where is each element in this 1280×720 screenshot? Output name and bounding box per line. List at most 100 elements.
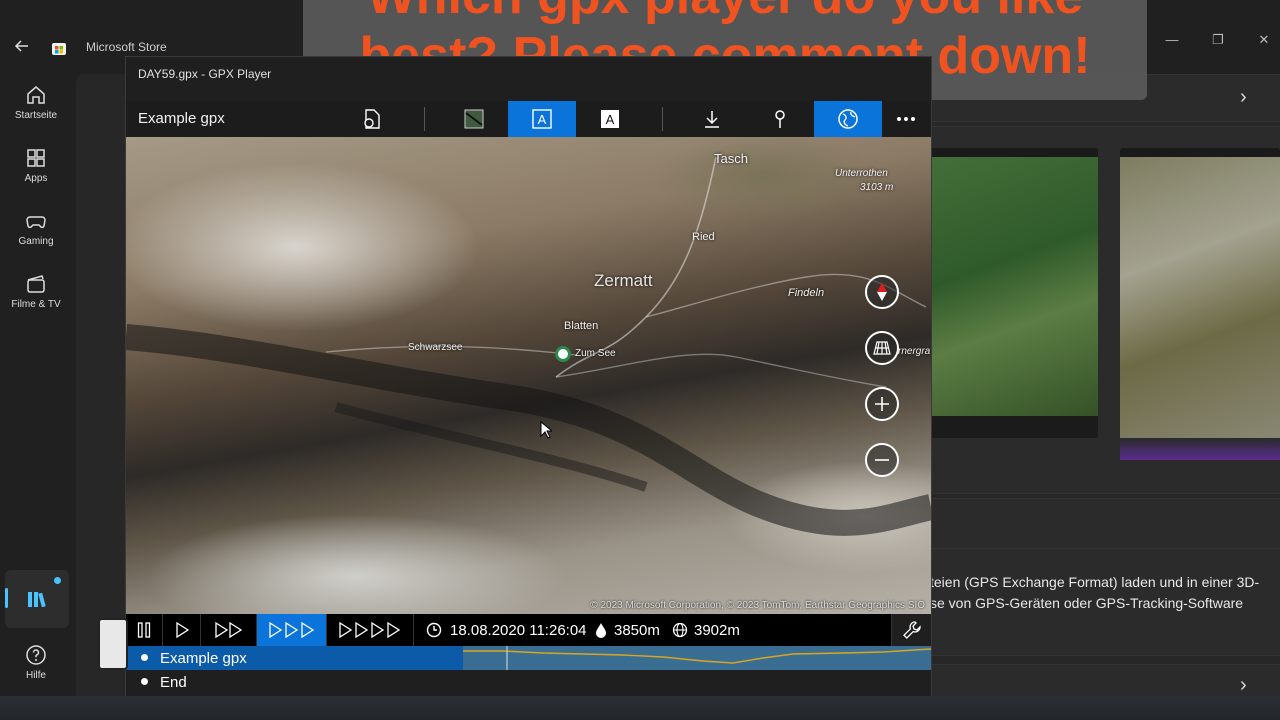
map-label: Unterrothen [835,168,888,179]
map-label: 3103 m [860,182,894,193]
labels-button[interactable]: A [508,101,576,137]
map-label: Ried [692,231,715,243]
zoom-out-button[interactable] [865,443,899,477]
screenshot-toolbar [930,148,1098,157]
map-label: Zermatt [594,271,653,290]
tilt-grid-icon [873,341,891,355]
fast-forward-3-icon [268,622,314,638]
update-badge [54,577,61,584]
nav-label-movies: Filme & TV [11,299,61,310]
nav-item-apps[interactable]: Apps [0,147,72,203]
map-copyright: © 2023 Microsoft Corporation, © 2023 Tom… [590,600,925,611]
map-view[interactable]: Tasch Unterrothen 3103 m Ried Zermatt Fi… [126,137,931,614]
description-line: teien (GPS Exchange Format) laden und in… [930,574,1260,590]
nav-item-library[interactable] [5,570,69,628]
film-icon [27,275,45,293]
store-sidebar: Startseite Apps Gaming Filme & TV Hilfe [0,70,72,720]
wrench-icon [902,621,921,639]
tilt-button[interactable] [865,331,899,365]
terrain-icon [464,109,484,129]
track-name: Example gpx [138,110,225,127]
poi-marker-icon[interactable] [555,346,571,362]
screenshot-statusbar [1120,438,1280,460]
speed-3x-button[interactable] [257,614,327,646]
nav-label-gaming: Gaming [18,236,54,247]
map-label: Schwarzsee [408,342,463,353]
svg-text:A: A [606,112,615,127]
nav-item-help[interactable]: Hilfe [0,644,72,700]
gpx-toolbar: Example gpx A A [126,101,931,137]
screenshot-thumbnail[interactable] [930,148,1098,438]
terrain-button[interactable] [440,101,508,137]
banner-line: Which gpx player do you like [303,0,1147,26]
globe-icon [838,109,858,129]
description-line: se von GPS-Geräten oder GPS-Tracking-Sof… [930,595,1244,611]
speed-2x-button[interactable] [201,614,257,646]
play-button[interactable] [163,614,201,646]
screenshot-toolbar [1120,148,1280,157]
global-altitude-readout: 3902m [694,622,740,639]
pause-button[interactable] [126,614,163,646]
bullet-icon [141,678,148,685]
more-button[interactable] [882,101,930,137]
compass-button[interactable] [865,275,899,309]
toolbar-separator [424,107,425,131]
toolbar-separator [662,107,663,131]
window-title: DAY59.gpx - GPX Player [138,67,272,81]
track-list-item[interactable]: Example gpx [126,646,932,670]
timestamp-readout: 18.08.2020 11:26:04 [450,622,587,639]
nav-item-movies[interactable]: Filme & TV [0,273,72,329]
track-label: Example gpx [160,650,247,667]
drop-icon [596,623,606,638]
label-a-icon: A [532,109,552,129]
clock-icon [426,622,442,638]
store-logo-icon [50,38,68,56]
zoom-in-button[interactable] [865,387,899,421]
elevation-profile[interactable] [463,646,932,670]
bullet-icon [141,654,148,661]
map-label: Blatten [564,320,599,332]
screenshot-thumbnail[interactable] [1120,148,1280,460]
pin-icon [775,110,785,128]
settings-button[interactable] [891,614,931,646]
map-label: Findeln [788,287,825,299]
chevron-right-icon[interactable]: › [1240,674,1247,697]
restore-icon[interactable]: ❐ [1203,30,1233,50]
more-icon [897,117,915,121]
pause-icon [137,622,151,638]
map-label: Tasch [714,151,748,166]
nav-item-gaming[interactable]: Gaming [0,210,72,266]
back-arrow-icon[interactable] [14,38,34,58]
help-icon [26,645,46,665]
taskbar [0,696,1280,720]
description-header-card [926,498,1280,552]
active-indicator [5,588,8,608]
plus-icon [875,397,889,411]
gpx-player-window: DAY59.gpx - GPX Player Example gpx A A T… [125,56,932,696]
apps-icon [27,149,45,167]
play-icon [175,622,189,638]
altitude-readout: 3850m [614,622,660,639]
download-button[interactable] [678,101,746,137]
playback-bar: 18.08.2020 11:26:04 3850m 3902m [126,614,931,646]
track-label: End [160,674,187,691]
track-list-item[interactable]: End [126,670,931,696]
open-file-button[interactable] [338,101,406,137]
nav-item-home[interactable]: Startseite [0,84,72,140]
globe-button[interactable] [814,101,882,137]
home-icon [27,86,45,104]
chevron-right-icon[interactable]: › [1240,86,1247,109]
labels-alt-button[interactable]: A [576,101,644,137]
close-icon[interactable]: ✕ [1249,30,1279,50]
minus-icon [875,459,889,461]
nav-label-help: Hilfe [25,670,46,681]
map-roads [126,156,931,536]
fast-forward-icon [214,622,242,638]
mouse-cursor-icon [540,421,552,439]
compass-icon [877,283,887,301]
map-label: rnergra [898,346,931,357]
minimize-icon[interactable]: — [1157,30,1187,50]
speed-4x-button[interactable] [327,614,414,646]
elevation-line [463,646,932,670]
pin-button[interactable] [746,101,814,137]
